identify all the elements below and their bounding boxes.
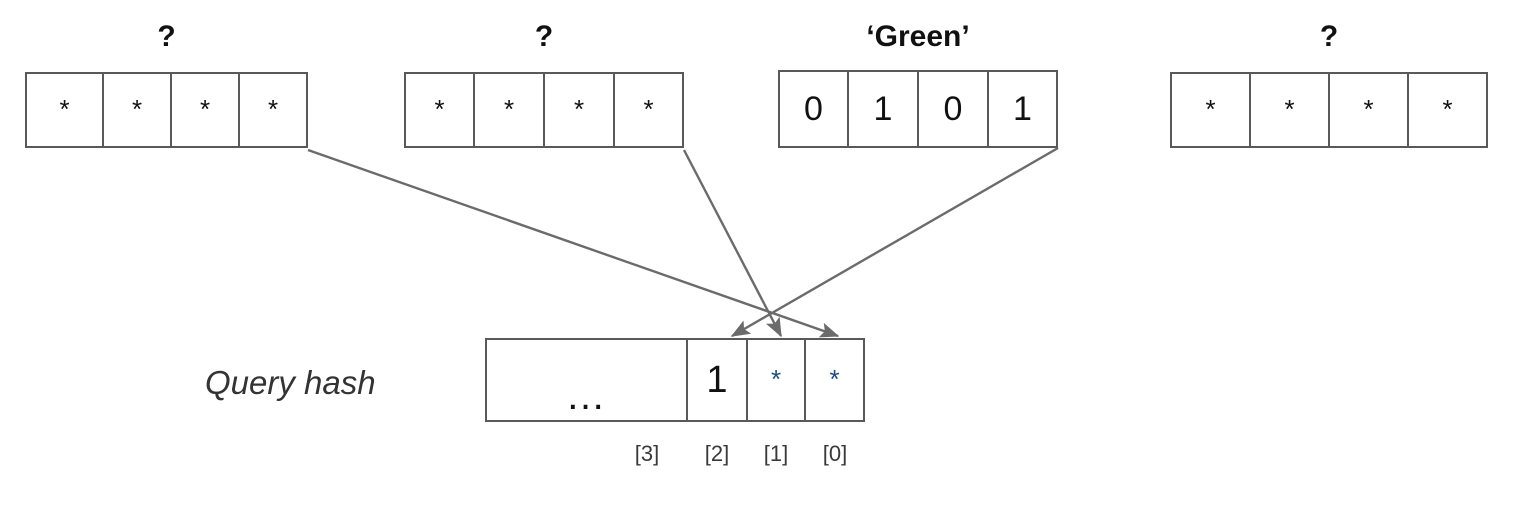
queryhash-index-label-0: [0] [822,441,848,466]
queryhash-index-label-3: [3] [634,441,660,466]
register-green-cell-3: 1 [988,70,1058,148]
queryhash-bit-3: … [485,338,687,422]
register-2-cell-0: * [404,72,474,148]
query-hash-row: … 1 * * [485,338,925,422]
register-1: * * * * [25,72,308,148]
register-1-title: ? [157,20,176,53]
register-green-title: ‘Green’ [866,20,970,53]
queryhash-bit-1: * [747,338,805,422]
register-4: * * * * [1170,72,1488,148]
register-2-cell-1: * [474,72,544,148]
queryhash-index-label-1: [1] [763,441,789,466]
register-4-cell-0: * [1170,72,1250,148]
register-green-cell-1: 1 [848,70,918,148]
queryhash-bit-2: 1 [687,338,747,422]
register-1-cell-3: * [239,72,308,148]
register-4-cell-3: * [1408,72,1488,148]
register-2-cell-3: * [614,72,684,148]
register-green-cell-2: 0 [918,70,988,148]
arrow-register2-to-bit1 [682,149,783,338]
register-1-cell-0: * [25,72,103,148]
register-1-cell-1: * [103,72,171,148]
queryhash-index-label-2: [2] [704,441,730,466]
register-4-cell-1: * [1250,72,1329,148]
arrow-register1-to-bit0 [307,148,840,338]
queryhash-bit-0: * [805,338,865,422]
register-2: * * * * [404,72,684,148]
arrow-green-to-bit2 [730,146,1059,338]
register-2-cell-2: * [544,72,614,148]
register-4-cell-2: * [1329,72,1408,148]
register-1-cell-2: * [171,72,239,148]
register-2-title: ? [534,20,554,53]
register-green: 0 1 0 1 [778,70,1058,148]
register-green-cell-0: 0 [778,70,848,148]
register-4-title: ? [1319,20,1339,53]
query-hash-label: Query hash [205,364,376,401]
diagram-canvas: ? * * * * ? * * * * ‘Green’ 0 1 0 1 ? * … [0,0,1516,510]
